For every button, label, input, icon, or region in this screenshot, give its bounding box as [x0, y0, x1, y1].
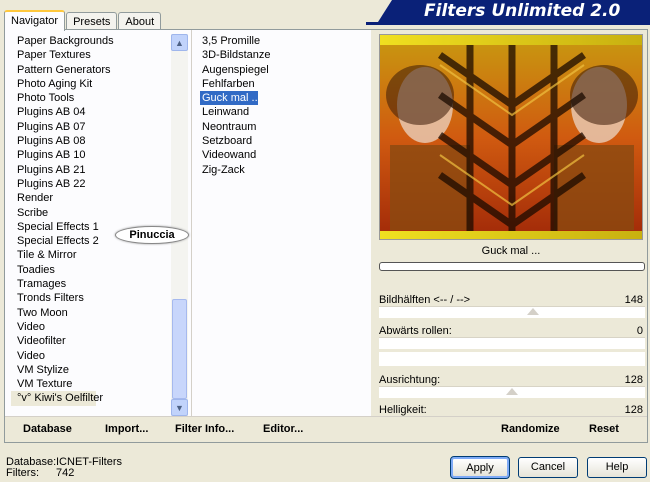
scroll-up-button[interactable]: ▲ — [171, 34, 188, 51]
param-bildhaelften: Bildhälften <-- / --> 148 — [379, 290, 645, 320]
filter-item[interactable]: Videowand — [200, 148, 370, 162]
apply-button[interactable]: Apply — [450, 456, 510, 479]
category-scrollbar[interactable]: ▲ ▼ — [171, 34, 188, 416]
scroll-down-button[interactable]: ▼ — [171, 399, 188, 416]
watermark-badge: Pinuccia — [115, 226, 189, 244]
category-item[interactable]: Toadies — [11, 263, 171, 277]
tab-about[interactable]: About — [118, 12, 162, 30]
navigator-toolbar: Database Import... Filter Info... Editor… — [5, 416, 647, 442]
category-item[interactable]: Photo Aging Kit — [11, 77, 171, 91]
category-item[interactable]: Videofilter — [11, 334, 171, 348]
filter-item[interactable]: Zig-Zack — [200, 163, 370, 177]
category-item[interactable]: VM Stylize — [11, 363, 171, 377]
filter-item[interactable]: Guck mal ... — [200, 91, 261, 106]
tab-navigator[interactable]: Navigator — [4, 10, 66, 31]
filter-control-panel: Guck mal ... Bildhälften <-- / --> 148 A… — [371, 30, 647, 425]
filter-item[interactable]: Fehlfarben — [200, 77, 370, 91]
param-label: Helligkeit: — [379, 404, 427, 416]
filter-item[interactable]: Neontraum — [200, 120, 370, 134]
list-divider — [191, 30, 192, 416]
param-value: 148 — [624, 294, 643, 306]
slider-thumb[interactable] — [506, 388, 518, 395]
category-item[interactable]: Two Moon — [11, 306, 171, 320]
param-slider[interactable] — [379, 306, 645, 318]
param-slider[interactable] — [379, 386, 645, 398]
progress-bar — [379, 262, 645, 271]
category-item[interactable]: Video — [11, 320, 171, 334]
category-item[interactable]: Tronds Filters — [11, 291, 171, 305]
param-label: Abwärts rollen: — [379, 325, 452, 337]
category-list[interactable]: Paper Backgrounds Paper Textures Pattern G… — [11, 34, 171, 414]
category-item[interactable]: Plugins AB 10 — [11, 148, 171, 162]
chevron-down-icon: ▼ — [175, 402, 184, 413]
filters-count: 742 — [56, 467, 75, 479]
randomize-button[interactable]: Randomize — [501, 423, 560, 435]
category-item[interactable]: Tramages — [11, 277, 171, 291]
preview-artwork — [380, 35, 642, 239]
filter-info-button[interactable]: Filter Info... — [175, 423, 234, 435]
param-value: 0 — [636, 325, 643, 337]
category-item[interactable]: Photo Tools — [11, 91, 171, 105]
tab-strip: Navigator Presets About — [4, 8, 162, 31]
category-item[interactable]: Plugins AB 04 — [11, 105, 171, 119]
category-item[interactable]: Scribe — [11, 206, 171, 220]
category-item[interactable]: Plugins AB 07 — [11, 120, 171, 134]
param-ausrichtung: Ausrichtung: 128 — [379, 370, 645, 400]
category-item[interactable]: VM Texture — [11, 377, 171, 391]
category-item[interactable]: Video — [11, 349, 171, 363]
scroll-thumb[interactable] — [172, 299, 187, 399]
filter-item[interactable]: Augenspiegel — [200, 63, 370, 77]
help-button[interactable]: Help — [587, 457, 647, 478]
database-button[interactable]: Database — [23, 423, 72, 435]
category-item[interactable]: Plugins AB 22 — [11, 177, 171, 191]
filter-list[interactable]: 3,5 Promille 3D-Bildstanze Augenspiegel Feh… — [200, 34, 370, 177]
tab-presets[interactable]: Presets — [66, 12, 118, 30]
category-item[interactable]: Pattern Generators — [11, 63, 171, 77]
preview-image — [379, 34, 643, 240]
import-button[interactable]: Import... — [105, 423, 148, 435]
param-slider[interactable] — [379, 337, 645, 349]
preview-filter-name: Guck mal ... — [481, 245, 541, 257]
param-label: Bildhälften <-- / --> — [379, 294, 471, 306]
filter-item[interactable]: 3,5 Promille — [200, 34, 370, 48]
category-item[interactable]: Plugins AB 21 — [11, 163, 171, 177]
database-info: Database: ICNET-Filters Filters: 742 — [6, 457, 122, 479]
navigator-panel: Paper Backgrounds Paper Textures Pattern G… — [4, 29, 648, 443]
param-abwaerts-rollen: Abwärts rollen: 0 — [379, 321, 645, 351]
slider-thumb[interactable] — [527, 308, 539, 315]
title-underline — [366, 22, 650, 25]
filter-item[interactable]: Setzboard — [200, 134, 370, 148]
category-item[interactable]: Paper Textures — [11, 48, 171, 62]
category-item[interactable]: Paper Backgrounds — [11, 34, 171, 48]
cancel-button[interactable]: Cancel — [518, 457, 578, 478]
param-label: Ausrichtung: — [379, 374, 441, 386]
category-item[interactable]: Render — [11, 191, 171, 205]
app-title: Filters Unlimited 2.0 — [378, 0, 650, 22]
category-item[interactable]: °v° Kiwi's Oelfilter — [11, 391, 103, 406]
editor-button[interactable]: Editor... — [263, 423, 303, 435]
category-item[interactable]: Plugins AB 08 — [11, 134, 171, 148]
param-value: 128 — [624, 374, 643, 386]
param-value: 128 — [624, 404, 643, 416]
reset-button[interactable]: Reset — [589, 423, 619, 435]
filter-item[interactable]: 3D-Bildstanze — [200, 48, 370, 62]
slider-gap — [379, 352, 645, 366]
filters-key: Filters: — [6, 467, 39, 479]
chevron-up-icon: ▲ — [175, 37, 184, 48]
filter-item[interactable]: Leinwand — [200, 105, 370, 119]
category-item[interactable]: Tile & Mirror — [11, 248, 171, 262]
